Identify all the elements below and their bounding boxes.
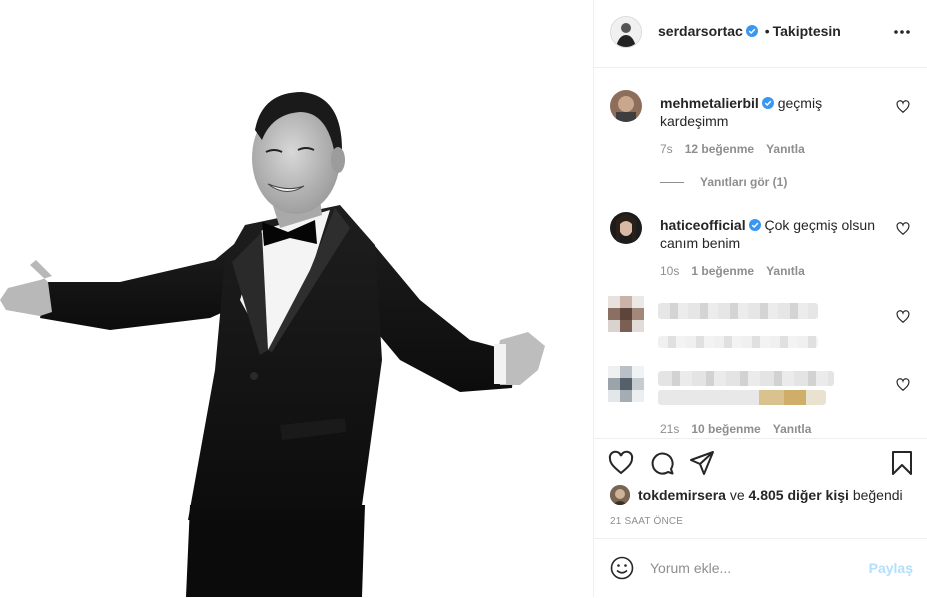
comment-item-blurred: 21s 10 beğenme Yanıtla xyxy=(608,366,910,438)
blurred-comment-text xyxy=(658,303,818,319)
commenter-avatar-blurred[interactable] xyxy=(608,366,644,402)
blurred-comment-text xyxy=(658,371,834,386)
commenter-username[interactable]: haticeofficial xyxy=(660,217,746,233)
comment-like-heart-icon[interactable] xyxy=(896,222,910,236)
comment-text: mehmetalierbil geçmiş kardeşimm xyxy=(660,94,875,130)
comment-meta: 10s 1 beğenme Yanıtla xyxy=(660,264,817,278)
commenter-avatar[interactable] xyxy=(610,90,642,122)
likes-others[interactable]: 4.805 diğer kişi xyxy=(749,487,849,503)
reply-button[interactable]: Yanıtla xyxy=(773,422,812,436)
comments-list[interactable]: mehmetalierbil geçmiş kardeşimm 7s 12 beğ… xyxy=(594,68,927,438)
more-options-icon[interactable] xyxy=(893,22,911,42)
share-icon[interactable] xyxy=(689,450,715,476)
post-photo[interactable] xyxy=(0,0,593,597)
bookmark-icon[interactable] xyxy=(889,450,915,476)
emoji-icon[interactable] xyxy=(610,556,634,580)
replies-line xyxy=(660,182,684,184)
following-button[interactable]: Takiptesin xyxy=(773,23,841,39)
comment-input-bar: Yorum ekle... Paylaş xyxy=(594,538,927,598)
actions-divider xyxy=(594,438,927,439)
comment-time[interactable]: 21s xyxy=(660,422,679,436)
comment-like-count[interactable]: 1 beğenme xyxy=(691,264,754,278)
comment-time[interactable]: 10s xyxy=(660,264,679,278)
likes-suffix: beğendi xyxy=(852,487,903,503)
comment-time[interactable]: 7s xyxy=(660,142,673,156)
photo-image xyxy=(0,92,545,597)
verified-badge-icon xyxy=(748,219,761,231)
likes-text: tokdemirsera ve 4.805 diğer kişi beğendi xyxy=(638,487,903,503)
verified-badge-icon xyxy=(761,97,774,109)
comment-like-count[interactable]: 12 beğenme xyxy=(685,142,754,156)
comment-like-heart-icon[interactable] xyxy=(896,378,910,392)
reply-button[interactable]: Yanıtla xyxy=(766,264,805,278)
comment-item: haticeofficial Çok geçmiş olsun canım be… xyxy=(610,212,910,292)
comment-item-blurred xyxy=(608,296,910,356)
author-avatar[interactable] xyxy=(610,16,642,48)
view-replies-label: Yanıtları gör (1) xyxy=(700,175,788,189)
header-separator: • xyxy=(764,23,770,39)
comment-like-heart-icon[interactable] xyxy=(896,100,910,114)
blurred-comment-meta xyxy=(658,336,818,348)
author-username[interactable]: serdarsortac xyxy=(658,23,743,39)
blurred-comment-text-line2 xyxy=(658,390,826,405)
header-user-line: serdarsortac • Takiptesin xyxy=(658,23,841,39)
verified-badge-icon xyxy=(745,25,758,37)
liker-username[interactable]: tokdemirsera xyxy=(638,487,726,503)
comment-text: haticeofficial Çok geçmiş olsun canım be… xyxy=(660,216,875,252)
comment-like-heart-icon[interactable] xyxy=(896,310,910,324)
like-heart-icon[interactable] xyxy=(608,450,634,476)
comment-meta: 7s 12 beğenme Yanıtla xyxy=(660,142,817,156)
post-timestamp[interactable]: 21 SAAT ÖNCE xyxy=(610,516,683,527)
commenter-username[interactable]: mehmetalierbil xyxy=(660,95,759,111)
post-header: serdarsortac • Takiptesin xyxy=(594,0,927,68)
post-side-panel: serdarsortac • Takiptesin mehmetalierbil … xyxy=(594,0,927,597)
comment-icon[interactable] xyxy=(649,450,675,476)
commenter-avatar[interactable] xyxy=(610,212,642,244)
comment-input[interactable]: Yorum ekle... xyxy=(650,560,731,576)
likes-connector: ve xyxy=(729,487,745,503)
commenter-avatar-blurred[interactable] xyxy=(608,296,644,332)
post-comment-button[interactable]: Paylaş xyxy=(869,560,913,576)
view-replies-button[interactable]: Yanıtları gör (1) xyxy=(660,175,787,189)
comment-like-count[interactable]: 10 beğenme xyxy=(691,422,760,436)
reply-button[interactable]: Yanıtla xyxy=(766,142,805,156)
liker-avatar[interactable] xyxy=(610,485,630,505)
comment-meta: 21s 10 beğenme Yanıtla xyxy=(660,422,823,436)
